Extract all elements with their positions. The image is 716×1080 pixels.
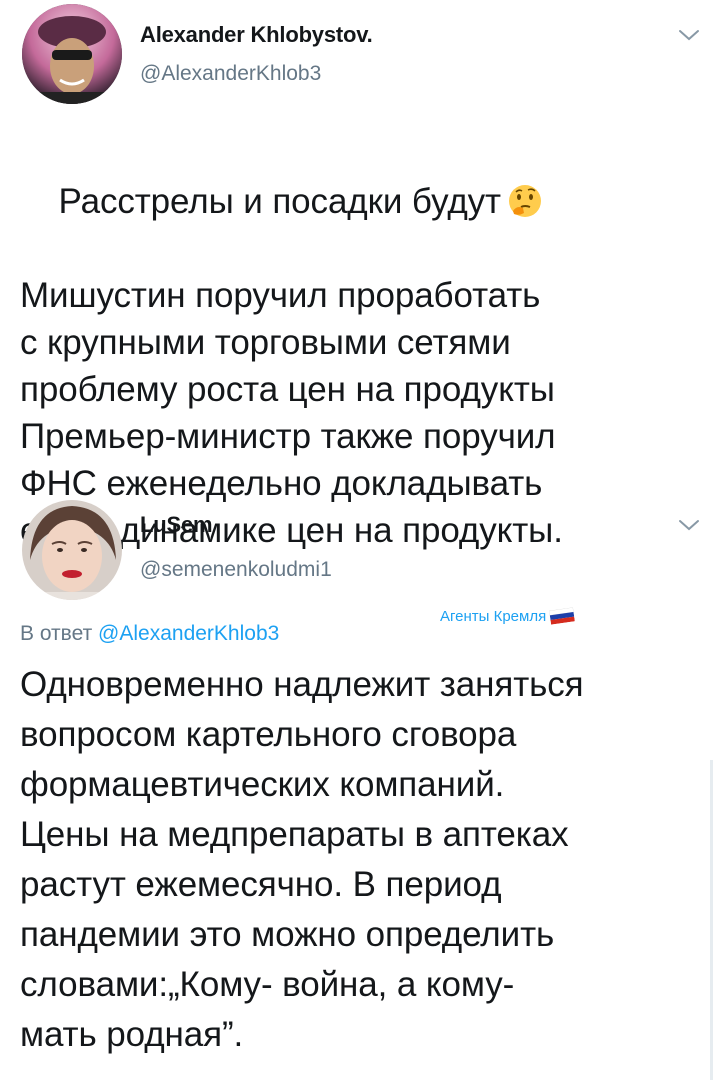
avatar-alexander[interactable] (22, 4, 122, 104)
tweet-text-line-1: Расстрелы и посадки будут (58, 182, 502, 221)
author-name[interactable]: LuSem (140, 512, 213, 538)
russian-flag-icon (549, 607, 576, 625)
chevron-down-icon[interactable] (676, 26, 702, 44)
group-label-text: Агенты Кремля (440, 608, 547, 625)
tweet-1: Alexander Khlobystov. @AlexanderKhlob3 Р… (0, 0, 716, 550)
author-handle[interactable]: @AlexanderKhlob3 (140, 62, 321, 86)
author-handle[interactable]: @semenenkoludmi1 (140, 558, 332, 582)
chevron-down-icon[interactable] (676, 516, 702, 534)
tweet-body: Одновременно надлежит заняться вопросом … (20, 665, 584, 1054)
tweet-2: LuSem @semenenkoludmi1 В ответ @Alexande… (0, 500, 716, 1080)
avatar-lusem[interactable] (22, 500, 122, 600)
thinking-face-icon (507, 183, 543, 219)
reply-prefix: В ответ (20, 622, 99, 645)
author-name[interactable]: Alexander Khlobystov. (140, 22, 373, 48)
reply-context: В ответ @AlexanderKhlob3 (20, 622, 279, 646)
group-label[interactable]: Агенты Кремля (440, 607, 576, 625)
reply-mention-link[interactable]: @AlexanderKhlob3 (98, 622, 279, 645)
scrollbar-track[interactable] (710, 760, 713, 1080)
